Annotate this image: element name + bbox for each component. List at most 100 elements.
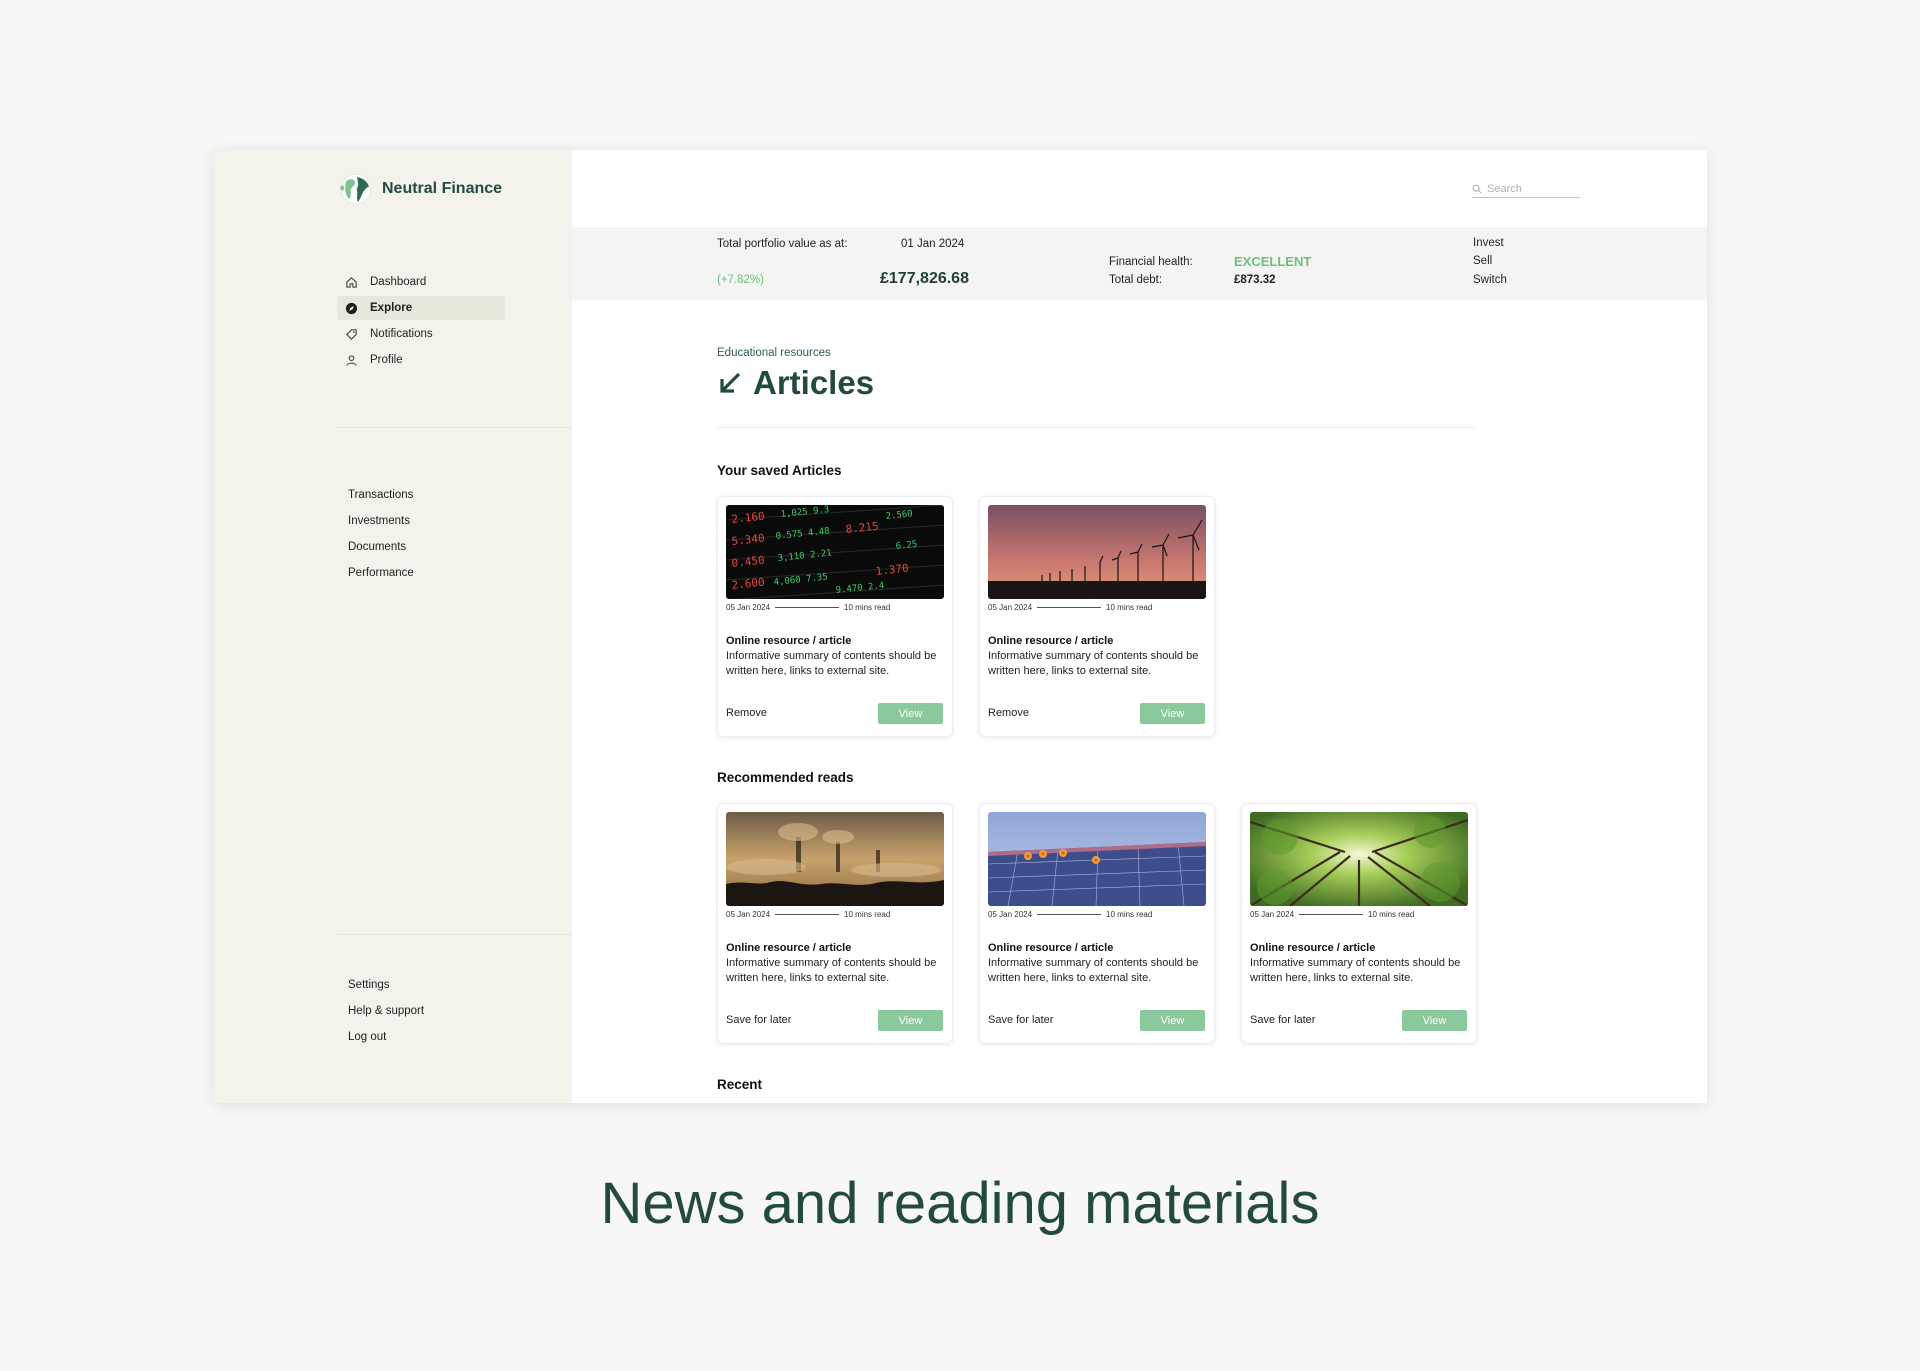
nav-profile[interactable]: Profile [337,348,505,372]
save-for-later-button[interactable]: Save for later [1250,1014,1315,1026]
nav-explore-label: Explore [370,302,413,314]
article-date: 05 Jan 2024 [1250,910,1295,919]
view-button[interactable]: View [1140,703,1205,724]
article-summary: Informative summary of contents should b… [726,957,937,984]
article-title: Online resource / article [726,635,852,647]
nav-profile-label: Profile [370,354,403,366]
nav-dashboard-label: Dashboard [370,276,427,288]
article-summary: Informative summary of contents should b… [726,650,937,677]
article-meta: 05 Jan 2024 10 mins read [1250,910,1468,919]
view-button[interactable]: View [1402,1010,1467,1031]
globe-logo-icon [340,173,372,205]
nav-documents[interactable]: Documents [348,534,414,560]
read-time: 10 mins read [1106,910,1153,919]
debt-value: £873.32 [1234,274,1276,286]
search-bar[interactable] [1472,180,1580,198]
article-summary: Informative summary of contents should b… [988,650,1199,677]
meta-divider [1037,607,1102,608]
nav-settings[interactable]: Settings [348,972,424,998]
article-title: Online resource / article [1250,942,1376,954]
portfolio-value: £177,826.68 [880,270,969,287]
read-time: 10 mins read [1368,910,1415,919]
saved-article-card: 05 Jan 2024 10 mins read Online resource … [979,496,1215,737]
switch-link[interactable]: Switch [1473,274,1507,286]
portfolio-label: Total portfolio value as at: [717,238,848,250]
view-button[interactable]: View [878,1010,943,1031]
main-content: Total portfolio value as at: 01 Jan 2024… [572,150,1707,1103]
wind-turbines-image[interactable] [988,505,1206,599]
solar-panels-image[interactable] [988,812,1206,906]
nav-dashboard[interactable]: Dashboard [337,270,505,294]
read-time: 10 mins read [844,910,891,919]
page-heading: Articles [717,364,874,402]
view-button[interactable]: View [1140,1010,1205,1031]
article-date: 05 Jan 2024 [988,910,1033,919]
article-summary: Informative summary of contents should b… [1250,957,1461,984]
meta-divider [1037,914,1102,915]
article-meta: 05 Jan 2024 10 mins read [726,603,944,612]
nav-performance[interactable]: Performance [348,560,414,586]
recommended-article-card: 05 Jan 2024 10 mins read Online resource … [717,803,953,1044]
search-input[interactable] [1487,182,1577,195]
remove-button[interactable]: Remove [726,707,767,719]
sidebar: Neutral Finance Dashboard Explore Notifi… [214,150,572,1103]
search-icon [1472,184,1482,193]
primary-nav: Dashboard Explore Notifications Profile [337,270,505,374]
article-summary: Informative summary of contents should b… [988,957,1199,984]
article-title: Online resource / article [726,942,852,954]
smoggy-city-image[interactable] [726,812,944,906]
meta-divider [775,914,840,915]
article-date: 05 Jan 2024 [988,603,1033,612]
secondary-nav: Transactions Investments Documents Perfo… [348,482,414,586]
tag-icon [346,328,357,340]
stock-ticker-image[interactable]: 2.160 5.340 0.450 2.600 8.215 1.370 1,025 9.3… [726,505,944,599]
recommended-article-card: 05 Jan 2024 10 mins read Online resource … [1241,803,1477,1044]
article-date: 05 Jan 2024 [726,603,771,612]
save-for-later-button[interactable]: Save for later [726,1014,791,1026]
user-icon [346,354,357,366]
nav-notifications-label: Notifications [370,328,433,340]
saved-articles-heading: Your saved Articles [717,463,842,478]
view-button[interactable]: View [878,703,943,724]
article-date: 05 Jan 2024 [726,910,771,919]
brand-logo[interactable]: Neutral Finance [338,172,502,206]
remove-button[interactable]: Remove [988,707,1029,719]
health-value: EXCELLENT [1234,254,1312,269]
article-title: Online resource / article [988,635,1114,647]
read-time: 10 mins read [844,603,891,612]
nav-notifications[interactable]: Notifications [337,322,505,346]
brand-name: Neutral Finance [382,180,503,197]
sell-link[interactable]: Sell [1473,255,1492,267]
nav-help-support[interactable]: Help & support [348,998,424,1024]
portfolio-change: (+7.82%) [717,274,764,286]
home-icon [346,276,357,288]
account-nav: Settings Help & support Log out [348,972,424,1050]
sidebar-divider [337,427,572,428]
forest-canopy-image[interactable] [1250,812,1468,906]
health-label: Financial health: [1109,256,1193,268]
saved-article-card: 2.160 5.340 0.450 2.600 8.215 1.370 1,025 9.3… [717,496,953,737]
article-meta: 05 Jan 2024 10 mins read [726,910,944,919]
page-title: Articles [753,364,875,401]
meta-divider [1299,914,1364,915]
showcase-caption: News and reading materials [600,1171,1320,1236]
compass-icon [345,302,358,314]
nav-transactions[interactable]: Transactions [348,482,414,508]
nav-log-out[interactable]: Log out [348,1024,424,1050]
page-subtitle: Educational resources [717,347,831,359]
recent-heading: Recent [717,1077,763,1092]
article-meta: 05 Jan 2024 10 mins read [988,603,1206,612]
portfolio-date: 01 Jan 2024 [901,238,965,250]
invest-link[interactable]: Invest [1473,237,1504,249]
nav-explore[interactable]: Explore [337,296,505,320]
arrow-down-left-icon [720,372,741,393]
sidebar-divider [337,934,572,935]
app-window: Neutral Finance Dashboard Explore Notifi… [214,150,1707,1103]
debt-label: Total debt: [1109,274,1163,286]
heading-divider [717,427,1475,428]
recommended-reads-heading: Recommended reads [717,770,854,785]
article-meta: 05 Jan 2024 10 mins read [988,910,1206,919]
read-time: 10 mins read [1106,603,1153,612]
nav-investments[interactable]: Investments [348,508,414,534]
save-for-later-button[interactable]: Save for later [988,1014,1053,1026]
